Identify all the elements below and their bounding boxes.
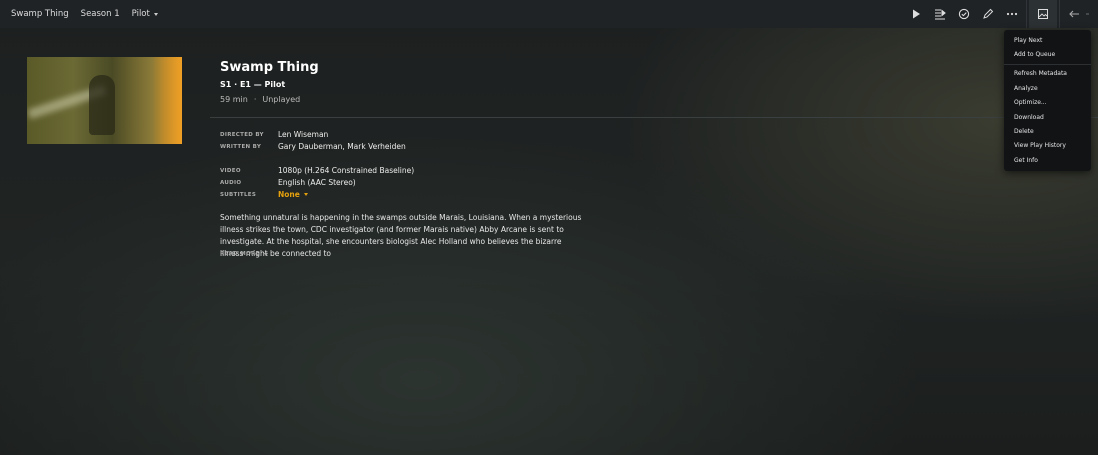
subtitles-row: SUBTITLES None <box>220 190 308 199</box>
forward-icon <box>1086 13 1089 15</box>
directed-by-label: DIRECTED BY <box>220 131 264 138</box>
page-title: Swamp Thing <box>220 60 319 75</box>
duration: 59 min <box>220 95 248 104</box>
directed-by-row: DIRECTED BY Len Wiseman <box>220 130 328 139</box>
play-button[interactable] <box>904 0 928 28</box>
breadcrumb-episode-label: Pilot <box>131 9 150 19</box>
menu-item-analyze[interactable]: Analyze <box>1004 81 1091 95</box>
menu-item-view-play-history[interactable]: View Play History <box>1004 139 1091 153</box>
play-next-button[interactable] <box>928 0 952 28</box>
mark-watched-icon <box>958 8 970 20</box>
read-more-button[interactable]: READ MORE <box>220 251 268 257</box>
subtitles-value: None <box>278 190 300 199</box>
mark-watched-button[interactable] <box>952 0 976 28</box>
menu-item-download[interactable]: Download <box>1004 110 1091 124</box>
episode-thumbnail[interactable] <box>27 57 182 144</box>
chevron-down-icon <box>303 193 308 196</box>
audio-value: English (AAC Stereo) <box>278 178 356 187</box>
back-button[interactable] <box>1062 0 1086 28</box>
subtitles-label: SUBTITLES <box>220 191 257 198</box>
poster-icon <box>1038 9 1048 19</box>
thumbnail-light <box>152 57 182 144</box>
breadcrumb-episode-dropdown[interactable]: Pilot <box>132 9 158 19</box>
menu-item-optimize[interactable]: Optimize... <box>1004 96 1091 110</box>
toolbar <box>904 0 1098 28</box>
subtitles-dropdown[interactable]: None <box>278 190 308 199</box>
top-bar: Swamp Thing Season 1 Pilot <box>0 0 1098 28</box>
forward-button[interactable] <box>1086 0 1098 28</box>
menu-item-get-info[interactable]: Get Info <box>1004 153 1091 167</box>
breadcrumb-show[interactable]: Swamp Thing <box>11 9 69 19</box>
menu-item-play-next[interactable]: Play Next <box>1004 33 1091 47</box>
watch-status: Unplayed <box>262 95 301 104</box>
thumbnail-figure <box>89 75 115 135</box>
video-row: VIDEO 1080p (H.264 Constrained Baseline) <box>220 166 414 175</box>
more-icon <box>1006 12 1018 16</box>
edit-icon <box>983 8 994 19</box>
video-label: VIDEO <box>220 167 241 174</box>
menu-item-add-to-queue[interactable]: Add to Queue <box>1004 47 1091 61</box>
play-next-icon <box>935 9 946 20</box>
read-more-label: READ MORE <box>220 251 260 257</box>
menu-item-delete[interactable]: Delete <box>1004 124 1091 138</box>
toolbar-divider <box>1026 0 1027 28</box>
poster-button[interactable] <box>1029 0 1057 28</box>
chevron-down-icon <box>153 12 158 16</box>
back-icon <box>1069 10 1079 18</box>
menu-divider <box>1004 63 1091 65</box>
video-value: 1080p (H.264 Constrained Baseline) <box>278 166 415 175</box>
meta-separator: · <box>253 95 257 104</box>
divider <box>210 117 1098 118</box>
episode-subtitle: S1 · E1 — Pilot <box>220 80 286 89</box>
audio-row: AUDIO English (AAC Stereo) <box>220 178 356 187</box>
more-actions-menu: Play Next Add to Queue Refresh Metadata … <box>1004 30 1091 171</box>
audio-label: AUDIO <box>220 179 242 186</box>
menu-item-refresh-metadata[interactable]: Refresh Metadata <box>1004 67 1091 81</box>
writers-value[interactable]: Gary Dauberman, Mark Verheiden <box>278 142 406 151</box>
written-by-label: WRITTEN BY <box>220 143 262 150</box>
chevron-down-icon <box>263 252 268 256</box>
play-icon <box>913 9 920 19</box>
director-link[interactable]: Len Wiseman <box>278 130 328 139</box>
edit-button[interactable] <box>976 0 1000 28</box>
toolbar-divider <box>1059 0 1060 28</box>
breadcrumb-season[interactable]: Season 1 <box>81 9 120 19</box>
episode-summary: Something unnatural is happening in the … <box>220 213 582 258</box>
written-by-row: WRITTEN BY Gary Dauberman, Mark Verheide… <box>220 142 406 151</box>
episode-meta: 59 min · Unplayed <box>220 95 300 104</box>
more-button[interactable] <box>1000 0 1024 28</box>
